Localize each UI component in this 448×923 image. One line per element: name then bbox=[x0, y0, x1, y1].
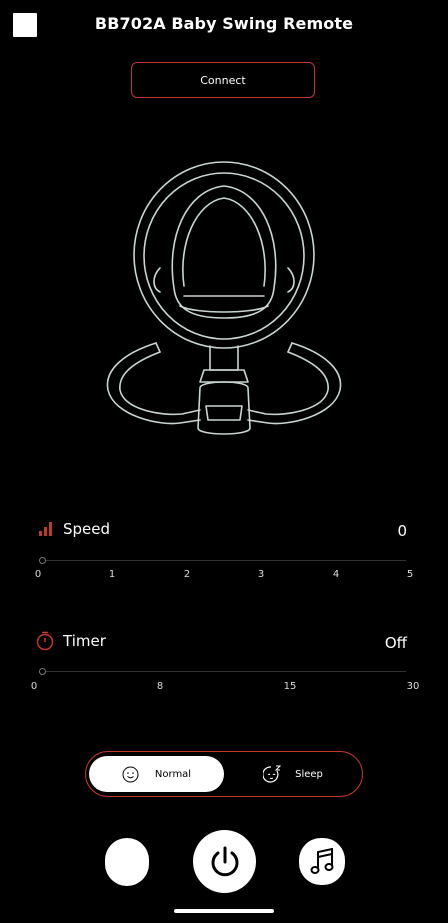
app-title: BB702A Baby Swing Remote bbox=[94, 14, 354, 33]
power-button[interactable] bbox=[193, 830, 256, 893]
speed-tick: 3 bbox=[257, 569, 265, 580]
timer-value: Off bbox=[384, 634, 407, 652]
speed-tick: 4 bbox=[332, 569, 340, 580]
speed-tick: 2 bbox=[183, 569, 191, 580]
speed-tick: 0 bbox=[34, 569, 42, 580]
blank-round-button[interactable] bbox=[105, 838, 149, 886]
speed-slider-track[interactable] bbox=[40, 560, 406, 561]
speed-tick: 1 bbox=[108, 569, 116, 580]
speed-slider-knob[interactable] bbox=[39, 557, 46, 564]
timer-tick: 15 bbox=[283, 681, 297, 692]
timer-slider-knob[interactable] bbox=[39, 668, 46, 675]
sleeping-face-icon bbox=[263, 765, 282, 783]
timer-ticks: 0 8 15 30 bbox=[0, 681, 448, 695]
connect-button[interactable]: Connect bbox=[131, 62, 315, 98]
smile-icon bbox=[122, 766, 139, 782]
baby-swing-illustration bbox=[106, 161, 342, 435]
speed-tick: 5 bbox=[406, 569, 414, 580]
power-icon bbox=[211, 846, 238, 876]
connect-button-label: Connect bbox=[200, 73, 246, 87]
speed-value: 0 bbox=[397, 522, 407, 540]
timer-label-row: Timer bbox=[36, 631, 106, 651]
timer-tick: 30 bbox=[406, 681, 420, 692]
signal-bars-icon bbox=[39, 522, 52, 536]
mode-sleep-button[interactable]: Sleep bbox=[228, 756, 358, 792]
mode-normal-label: Normal bbox=[154, 768, 192, 780]
mode-sleep-label: Sleep bbox=[295, 768, 323, 780]
timer-tick: 8 bbox=[156, 681, 164, 692]
mode-normal-button[interactable]: Normal bbox=[89, 756, 224, 792]
speed-ticks: 0 1 2 3 4 5 bbox=[0, 569, 448, 583]
speed-label-row: Speed bbox=[38, 520, 110, 538]
timer-tick: 0 bbox=[30, 681, 38, 692]
stopwatch-icon bbox=[36, 631, 54, 651]
home-indicator[interactable] bbox=[174, 909, 274, 913]
timer-slider-track[interactable] bbox=[40, 671, 406, 672]
music-button[interactable] bbox=[299, 838, 345, 885]
speed-label: Speed bbox=[63, 520, 111, 538]
timer-label: Timer bbox=[63, 632, 106, 650]
music-note-icon bbox=[310, 847, 334, 874]
